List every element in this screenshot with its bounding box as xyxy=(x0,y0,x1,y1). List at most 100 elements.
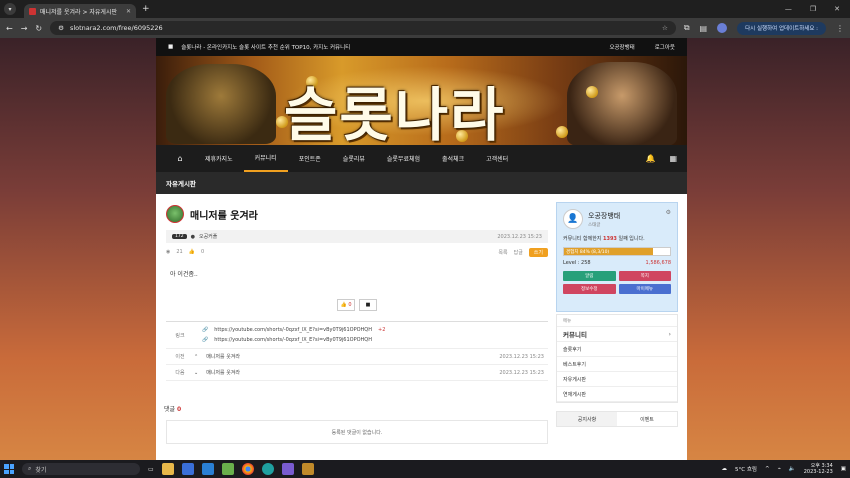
nav-item[interactable]: 슬롯리뷰 xyxy=(332,145,376,172)
likes-count: 0 xyxy=(200,249,205,255)
app-icon[interactable] xyxy=(221,463,234,475)
search-label: 찾기 xyxy=(35,466,47,474)
next-post-row[interactable]: 다음 ⌄ 매니저를 웃겨라 2023.12.23 15:23 xyxy=(166,365,548,381)
forward-icon[interactable]: → xyxy=(21,24,28,33)
link-item[interactable]: 🔗 https://youtube.com/shorts/-0qzxf_lX_E… xyxy=(194,325,385,335)
update-button[interactable]: 다시 실행하여 업데이트하세요 : xyxy=(737,21,826,35)
alerts-button[interactable]: 알림 xyxy=(563,271,616,281)
reload-icon[interactable]: ↻ xyxy=(35,24,42,33)
main-nav: ⌂ 제휴카지노 커뮤니티 포인트존 슬롯리뷰 슬롯무료체험 출석체크 고객센터 … xyxy=(156,145,687,172)
author-name[interactable]: 오공커플 xyxy=(199,233,217,240)
user-link[interactable]: 오공장뱅태 xyxy=(609,43,634,51)
content-area: 매니저를 웃겨라 172 ● 오공커플 2023.12.23 15:23 ◉ 2… xyxy=(156,194,687,460)
bell-icon[interactable]: 🔔 xyxy=(645,154,655,163)
home-icon[interactable]: ⌂ xyxy=(166,145,194,172)
taskbar-search[interactable]: ⌕ 찾기 xyxy=(22,463,140,475)
messages-button[interactable]: 쪽지 xyxy=(618,271,671,281)
side-menu-head[interactable]: 커뮤니티 › xyxy=(557,327,677,342)
edit-info-button[interactable]: 정보수정 xyxy=(563,284,616,294)
scrap-bookmark-icon[interactable]: ■ xyxy=(359,299,377,311)
clock[interactable]: 오후 3:34 2023-12-23 xyxy=(804,463,833,475)
chrome-menu-icon[interactable]: ⋮ xyxy=(836,24,844,33)
address-bar[interactable]: ⚙ slotnara2.com/free/6095226 ☆ xyxy=(50,21,676,35)
nav-item[interactable]: 제휴카지노 xyxy=(194,145,244,172)
prev-post-title[interactable]: 매니저를 웃겨라 xyxy=(198,353,499,360)
tray-chevron-icon[interactable]: ^ xyxy=(765,466,770,472)
logout-link[interactable]: 로그아웃 xyxy=(655,43,675,51)
nav-item[interactable]: 포인트존 xyxy=(288,145,332,172)
tab-search-icon[interactable]: ▾ xyxy=(4,3,16,15)
banner-logo: 슬롯나라 xyxy=(284,81,506,145)
chrome-icon[interactable] xyxy=(241,463,254,475)
days-prefix: 커뮤니티 함께한지 xyxy=(563,236,602,242)
notification-icon[interactable]: ▣ xyxy=(841,466,846,472)
link-url[interactable]: https://youtube.com/shorts/-0qzxf_lX_E?s… xyxy=(214,337,372,343)
browser-tab[interactable]: 매니저를 웃겨라 > 자유게시판 ✕ xyxy=(24,4,136,18)
task-view-icon[interactable]: ▭ xyxy=(148,466,154,473)
close-window-icon[interactable]: ✕ xyxy=(834,5,840,13)
profile-name: 오공장뱅태 xyxy=(588,211,621,220)
site-banner[interactable]: 슬롯나라 xyxy=(156,56,687,145)
file-explorer-icon[interactable] xyxy=(161,463,174,475)
edge-icon[interactable] xyxy=(261,463,274,475)
next-label: 다음 xyxy=(175,370,185,376)
link-url[interactable]: https://youtube.com/shorts/-0qzxf_lX_E?s… xyxy=(214,327,372,333)
side-menu-item[interactable]: 자유게시판 xyxy=(557,372,677,387)
side-menu-item[interactable]: 연재게시판 xyxy=(557,387,677,402)
nav-item[interactable]: 고객센터 xyxy=(475,145,519,172)
new-tab-icon[interactable]: + xyxy=(142,4,150,14)
grid-menu-icon[interactable]: ▦ xyxy=(669,154,677,163)
nav-item[interactable]: 슬롯무료체험 xyxy=(376,145,431,172)
web-page: ■ 슬롯나라 - 온라인카지노 슬롯 사이트 추천 순위 TOP10, 카지노 … xyxy=(156,38,687,460)
post-stats: ◉ 21 👍 0 목록 답글 쓰기 xyxy=(166,245,548,259)
post-header: 매니저를 웃겨라 xyxy=(166,204,548,224)
tab-close-icon[interactable]: ✕ xyxy=(126,8,131,15)
side-panel-icon[interactable]: ▤ xyxy=(700,24,708,33)
system-tray: ☁ 5°C 흐림 ^ ⌁ 🔈 오후 3:34 2023-12-23 ▣ xyxy=(721,463,846,475)
side-tabs: 공지사항 이벤트 xyxy=(556,411,678,427)
network-icon[interactable]: ⌁ xyxy=(778,466,781,472)
link-item[interactable]: 🔗 https://youtube.com/shorts/-0qzxf_lX_E… xyxy=(194,335,385,345)
reply-link[interactable]: 답글 xyxy=(514,249,523,256)
user-avatar-icon[interactable]: 👤 xyxy=(563,209,583,229)
site-notice: 슬롯나라 - 온라인카지노 슬롯 사이트 추천 순위 TOP10, 카지노 커뮤… xyxy=(181,45,351,51)
back-icon[interactable]: ← xyxy=(6,24,13,33)
like-button[interactable]: 👍 0 xyxy=(337,299,355,311)
prev-post-row[interactable]: 이전 ⌃ 매니저를 웃겨라 2023.12.23 15:23 xyxy=(166,349,548,365)
bookmark-star-icon[interactable]: ☆ xyxy=(662,24,668,32)
browser-tab-strip: ▾ 매니저를 웃겨라 > 자유게시판 ✕ + — ❐ ✕ xyxy=(0,0,850,18)
comments-count: 0 xyxy=(176,406,182,413)
write-button[interactable]: 쓰기 xyxy=(528,247,548,257)
my-menu-button[interactable]: 마이메뉴 xyxy=(618,284,671,294)
nav-item[interactable]: 출석체크 xyxy=(431,145,475,172)
list-link[interactable]: 목록 xyxy=(498,249,507,256)
restore-icon[interactable]: ❐ xyxy=(810,5,816,13)
tab-notice[interactable]: 공지사항 xyxy=(557,412,617,426)
windows-start-icon[interactable] xyxy=(4,464,14,474)
profile-header: 👤 오공장뱅태 스태글 ⚙ xyxy=(563,209,671,229)
tab-event[interactable]: 이벤트 xyxy=(617,412,677,426)
side-menu-item[interactable]: 베스트후기 xyxy=(557,357,677,372)
next-post-title[interactable]: 매니저를 웃겨라 xyxy=(198,369,499,376)
site-favicon-icon xyxy=(29,7,36,15)
banner-mascot-left xyxy=(166,64,276,144)
extensions-icon[interactable]: ⧉ xyxy=(684,23,690,33)
side-menu-item[interactable]: 슬롯후기 xyxy=(557,342,677,357)
weather-text[interactable]: 5°C 흐림 xyxy=(735,465,757,473)
days-suffix: 일째 입니다. xyxy=(618,236,645,242)
site-info-icon[interactable]: ⚙ xyxy=(58,24,64,32)
link-count: +2 xyxy=(378,327,386,333)
mail-icon[interactable] xyxy=(201,463,214,475)
nav-item-active[interactable]: 커뮤니티 xyxy=(243,145,288,172)
membership-days: 커뮤니티 함께한지 1393 일째 입니다. xyxy=(563,235,671,242)
profile-role: 스태글 xyxy=(588,222,601,228)
minimize-icon[interactable]: — xyxy=(785,5,792,13)
app-icon[interactable] xyxy=(301,463,314,475)
volume-icon[interactable]: 🔈 xyxy=(789,466,796,472)
level-badge: 172 xyxy=(172,234,187,239)
store-icon[interactable] xyxy=(181,463,194,475)
settings-gear-icon[interactable]: ⚙ xyxy=(666,209,671,216)
bookmark-icon[interactable]: ■ xyxy=(168,44,173,50)
app-icon[interactable] xyxy=(281,463,294,475)
profile-avatar-icon[interactable] xyxy=(717,23,728,33)
